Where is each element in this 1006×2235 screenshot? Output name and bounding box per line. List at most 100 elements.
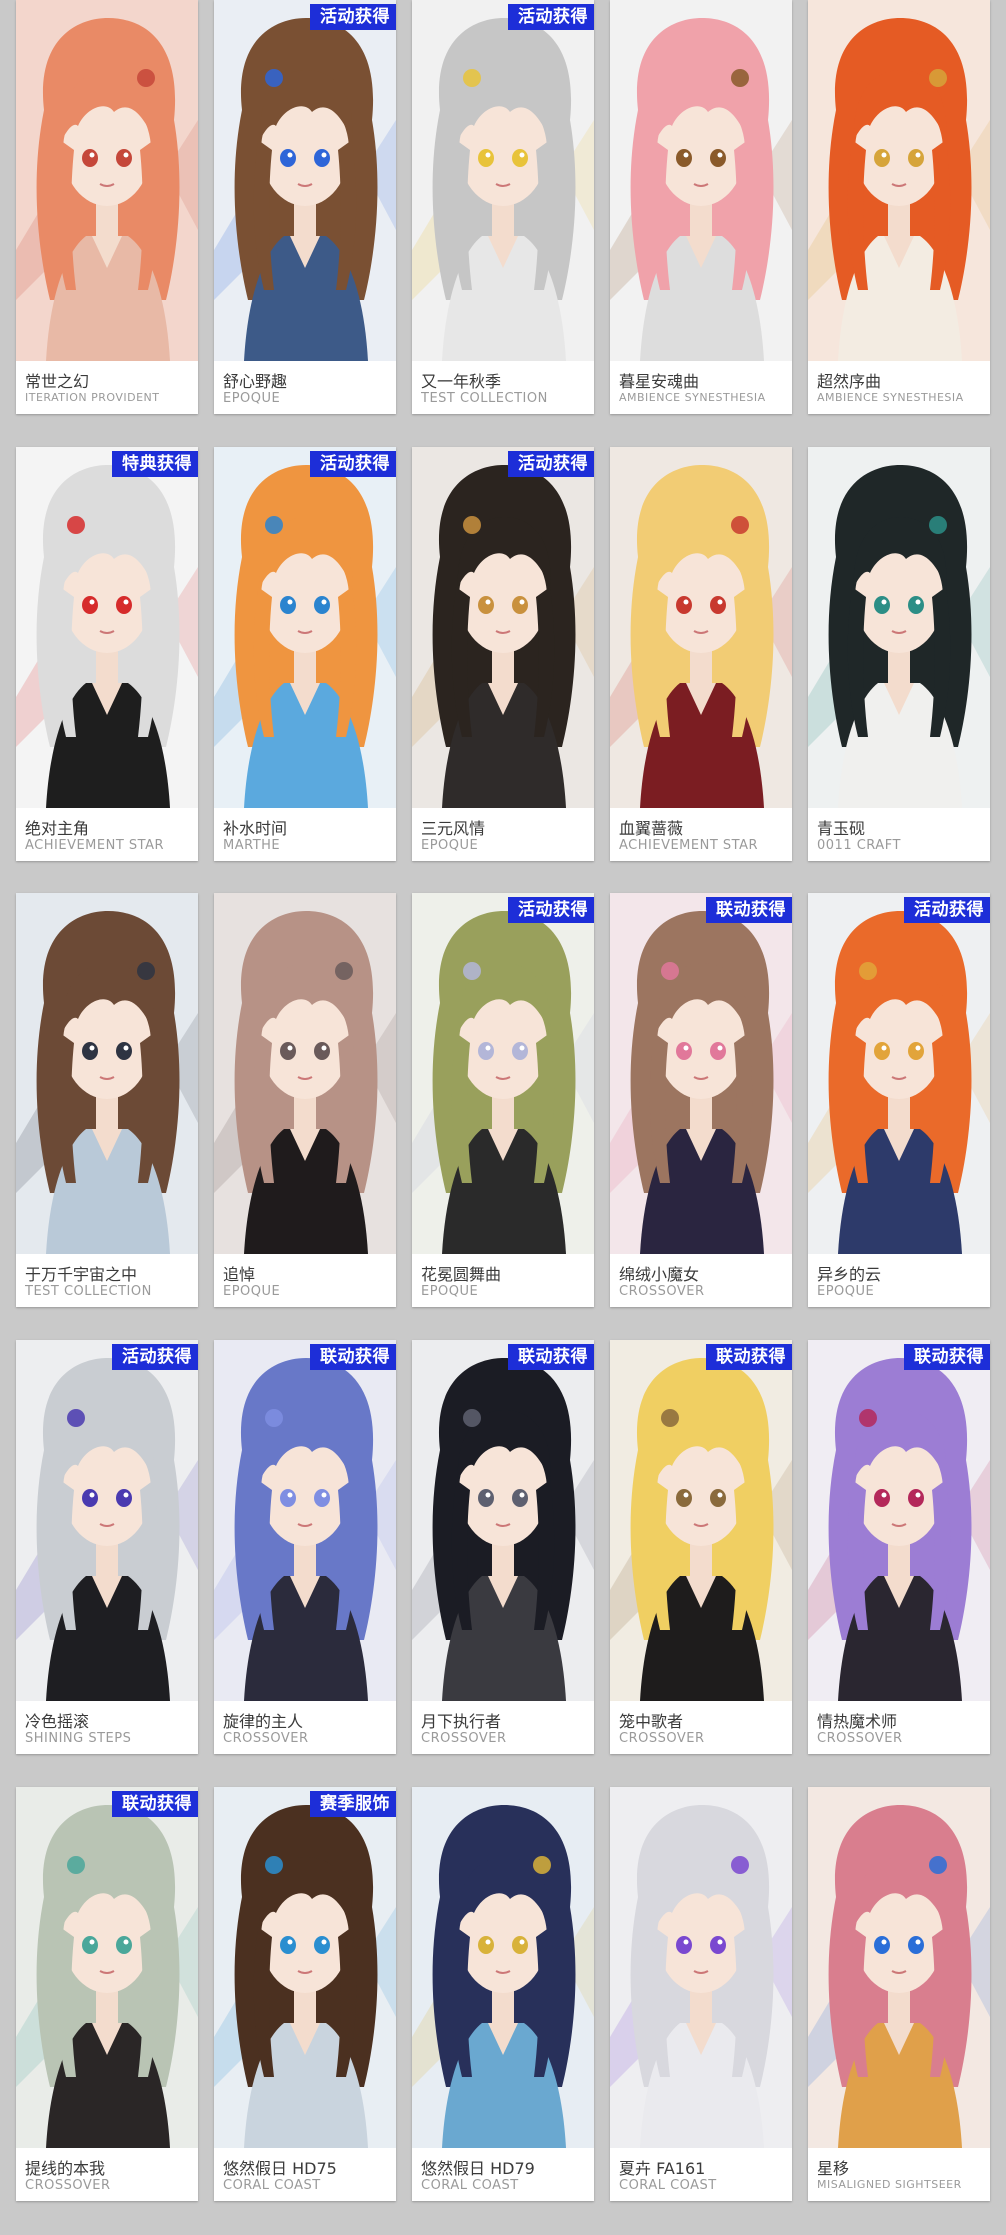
skin-card[interactable]: 悠然假日 HD79 CORAL COAST <box>412 1787 594 2201</box>
skin-portrait-image <box>610 893 792 1254</box>
skin-series: CROSSOVER <box>619 1284 705 1299</box>
skin-name: 情热魔术师 <box>817 1712 898 1731</box>
skin-portrait-image <box>214 1787 396 2148</box>
skin-card[interactable]: 联动获得 笼中歌者 CROSSOVER <box>610 1340 792 1754</box>
acquisition-badge: 联动获得 <box>112 1791 198 1817</box>
skin-name: 花冕圆舞曲 <box>421 1265 502 1284</box>
skin-caption: 提线的本我 CROSSOVER <box>16 2148 198 2201</box>
skin-portrait-image <box>16 893 198 1254</box>
skin-card[interactable]: 于万千宇宙之中 TEST COLLECTION <box>16 893 198 1307</box>
acquisition-badge: 活动获得 <box>310 451 396 477</box>
skin-card[interactable]: 联动获得情热魔术师 CROSSOVER <box>808 1340 990 1754</box>
skin-name: 舒心野趣 <box>223 372 288 391</box>
acquisition-badge: 联动获得 <box>706 897 792 923</box>
skin-portrait-image <box>214 1340 396 1701</box>
skin-card[interactable]: 血翼蔷薇 ACHIEVEMENT STAR <box>610 447 792 861</box>
skin-portrait-image <box>214 0 396 361</box>
skin-card[interactable]: 联动获得月下执行者 CROSSOVER <box>412 1340 594 1754</box>
skin-card[interactable]: 活动获得 冷色摇滚 SHINING STEPS <box>16 1340 198 1754</box>
skin-card[interactable]: 夏卉 FA161 CORAL COAST <box>610 1787 792 2201</box>
skin-name: 又一年秋季 <box>421 372 502 391</box>
skin-caption: 血翼蔷薇 ACHIEVEMENT STAR <box>610 808 792 861</box>
skin-caption: 异乡的云 EPOQUE <box>808 1254 990 1307</box>
skin-portrait-image <box>214 893 396 1254</box>
skin-card[interactable]: 超然序曲 AMBIENCE SYNESTHESIA <box>808 0 990 414</box>
skin-series: TEST COLLECTION <box>25 1284 152 1299</box>
skin-card[interactable]: 常世之幻 ITERATION PROVIDENT <box>16 0 198 414</box>
acquisition-badge: 活动获得 <box>904 897 990 923</box>
skin-name: 追悼 <box>223 1265 256 1284</box>
skin-series: TEST COLLECTION <box>421 391 548 406</box>
skin-series: EPOQUE <box>223 391 281 406</box>
acquisition-badge: 联动获得 <box>508 1344 594 1370</box>
acquisition-badge: 活动获得 <box>508 897 594 923</box>
skin-series: EPOQUE <box>421 838 479 853</box>
skin-card[interactable]: 活动获得 舒心野趣 EPOQUE <box>214 0 396 414</box>
skin-series: AMBIENCE SYNESTHESIA <box>619 391 766 404</box>
skin-caption: 悠然假日 HD75 CORAL COAST <box>214 2148 396 2201</box>
skin-card[interactable]: 活动获得 三元风情 EPOQUE <box>412 447 594 861</box>
skin-card[interactable]: 联动获得提线的本我 CROSSOVER <box>16 1787 198 2201</box>
skin-series: CORAL COAST <box>223 2178 321 2193</box>
skin-name: 三元风情 <box>421 819 486 838</box>
skin-series: CROSSOVER <box>817 1731 903 1746</box>
skin-series: CORAL COAST <box>619 2178 717 2193</box>
skin-name: 绵绒小魔女 <box>619 1265 700 1284</box>
skin-name: 月下执行者 <box>421 1712 502 1731</box>
skin-card[interactable]: 活动获得补水时间 MARTHE <box>214 447 396 861</box>
skin-portrait-image <box>610 1787 792 2148</box>
skin-series: CROSSOVER <box>619 1731 705 1746</box>
skin-series: ACHIEVEMENT STAR <box>25 838 165 853</box>
skin-series: ITERATION PROVIDENT <box>25 391 160 404</box>
skin-card[interactable]: 暮星安魂曲 AMBIENCE SYNESTHESIA <box>610 0 792 414</box>
skin-portrait-image <box>808 893 990 1254</box>
skin-name: 悠然假日 HD75 <box>223 2159 337 2178</box>
skin-card[interactable]: 星移 MISALIGNED SIGHTSEER <box>808 1787 990 2201</box>
skin-caption: 情热魔术师 CROSSOVER <box>808 1701 990 1754</box>
skin-caption: 追悼 EPOQUE <box>214 1254 396 1307</box>
skin-portrait-image <box>16 0 198 361</box>
skin-series: CROSSOVER <box>223 1731 309 1746</box>
skin-name: 星移 <box>817 2159 850 2178</box>
skin-series: EPOQUE <box>817 1284 875 1299</box>
skin-card[interactable]: 活动获得花冕圆舞曲 EPOQUE <box>412 893 594 1307</box>
skin-card[interactable]: 活动获得异乡的云 EPOQUE <box>808 893 990 1307</box>
skin-card[interactable]: 特典获得 绝对主角 ACHIEVEMENT STAR <box>16 447 198 861</box>
skin-portrait-image <box>412 1340 594 1701</box>
skin-series: EPOQUE <box>223 1284 281 1299</box>
acquisition-badge: 联动获得 <box>904 1344 990 1370</box>
skin-caption: 绝对主角 ACHIEVEMENT STAR <box>16 808 198 861</box>
skin-name: 异乡的云 <box>817 1265 882 1284</box>
skin-caption: 三元风情 EPOQUE <box>412 808 594 861</box>
skin-series: MISALIGNED SIGHTSEER <box>817 2178 962 2191</box>
skin-portrait-image <box>16 1340 198 1701</box>
skin-name: 于万千宇宙之中 <box>25 1265 138 1284</box>
skin-card-grid: 常世之幻 ITERATION PROVIDENT 活动获得 舒心野趣 EPOQUE <box>0 0 1006 2235</box>
skin-card[interactable]: 活动获得 又一年秋季 TEST COLLECTION <box>412 0 594 414</box>
skin-portrait-image <box>808 1787 990 2148</box>
acquisition-badge: 联动获得 <box>310 1344 396 1370</box>
skin-caption: 旋律的主人 CROSSOVER <box>214 1701 396 1754</box>
skin-name: 夏卉 FA161 <box>619 2159 706 2178</box>
skin-caption: 补水时间 MARTHE <box>214 808 396 861</box>
skin-portrait-image <box>610 0 792 361</box>
skin-portrait-image <box>16 1787 198 2148</box>
skin-portrait-image <box>808 447 990 808</box>
skin-portrait-image <box>214 447 396 808</box>
skin-name: 悠然假日 HD79 <box>421 2159 535 2178</box>
skin-card[interactable]: 联动获得旋律的主人 CROSSOVER <box>214 1340 396 1754</box>
skin-name: 提线的本我 <box>25 2159 106 2178</box>
skin-portrait-image <box>808 0 990 361</box>
skin-series: CROSSOVER <box>421 1731 507 1746</box>
skin-card[interactable]: 追悼 EPOQUE <box>214 893 396 1307</box>
skin-name: 笼中歌者 <box>619 1712 684 1731</box>
skin-caption: 绵绒小魔女 CROSSOVER <box>610 1254 792 1307</box>
acquisition-badge: 活动获得 <box>112 1344 198 1370</box>
skin-name: 暮星安魂曲 <box>619 372 700 391</box>
skin-card[interactable]: 赛季服饰 悠然假日 HD75 CORAL COAST <box>214 1787 396 2201</box>
skin-name: 绝对主角 <box>25 819 90 838</box>
skin-name: 旋律的主人 <box>223 1712 304 1731</box>
skin-card[interactable]: 联动获得绵绒小魔女 CROSSOVER <box>610 893 792 1307</box>
skin-series: EPOQUE <box>421 1284 479 1299</box>
skin-card[interactable]: 青玉砚 0011 CRAFT <box>808 447 990 861</box>
